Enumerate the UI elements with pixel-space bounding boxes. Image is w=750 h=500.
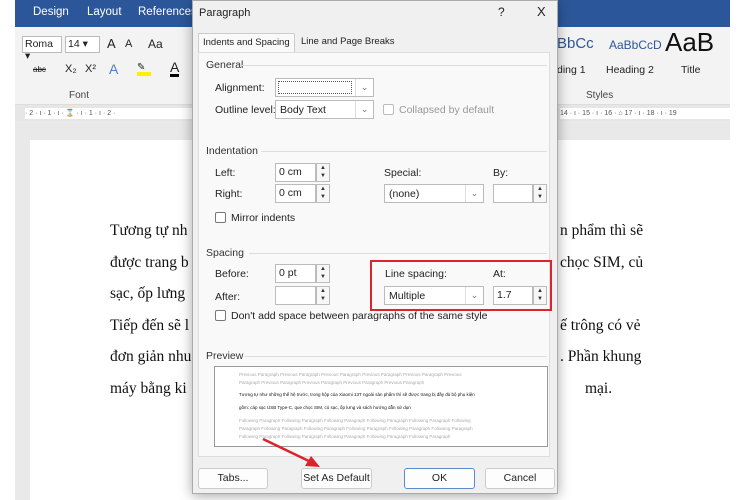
highlight-icon[interactable]: ✎ [137,62,151,76]
font-name-value: Roma [25,38,54,50]
font-name-dropdown[interactable]: Roma ▾ [22,36,62,62]
doc-line: . Phần khung [560,348,642,365]
style-title-name: Title [681,64,701,76]
doc-line: chọc SIM, củ [560,254,644,271]
tab-design[interactable]: Design [33,6,69,18]
tab-layout[interactable]: Layout [87,6,122,18]
doc-line: n phẩm thì sẽ [560,222,644,239]
font-size-value: 14 [68,38,80,50]
doc-line: mại. [585,380,613,397]
doc-line: Tương tự nh [110,222,188,239]
style-heading2-name: Heading 2 [606,64,654,76]
style-heading2-sample[interactable]: AaBbCcD [609,38,662,52]
doc-line: Tiếp đến sẽ l [110,317,190,334]
ruler-right: 14 · ı · 15 · ı · 16 · ⌂ 17 · ı · 18 · ı… [560,108,730,119]
doc-line: đơn giản nhu [110,348,192,365]
strikethrough-button[interactable]: abc [33,65,46,74]
doc-line: được trang b [110,254,189,271]
ruler-left: · 2 · ı · 1 · ı · ⌛ · ı · 1 · ı · 2 · [25,108,195,119]
font-group-label: Font [69,90,90,101]
text-effects-icon[interactable]: A [109,61,118,77]
doc-line: ế trông có vẻ [560,317,641,334]
font-color-icon[interactable]: A [170,60,180,77]
grow-font-button[interactable]: A [107,36,116,51]
style-heading1-sample[interactable]: BbCc [557,35,594,52]
styles-group-label: Styles [586,90,614,101]
tab-references[interactable]: References [138,6,197,18]
style-heading1-name: ding 1 [557,64,586,76]
paragraph-dialog: Paragraph ? X Indents and Spacing Line a… [192,0,558,494]
doc-line: máy bằng ki [110,380,187,397]
font-size-dropdown[interactable]: 14 ▾ [65,36,100,53]
subscript-button[interactable]: X₂ [65,63,77,75]
style-title-sample[interactable]: AaB [665,27,714,58]
red-arrow-icon [262,437,320,467]
superscript-button[interactable]: X² [85,63,96,75]
doc-line: sạc, ốp lưng [110,285,186,302]
shrink-font-button[interactable]: A [125,38,132,50]
change-case-button[interactable]: Aa [148,37,163,51]
